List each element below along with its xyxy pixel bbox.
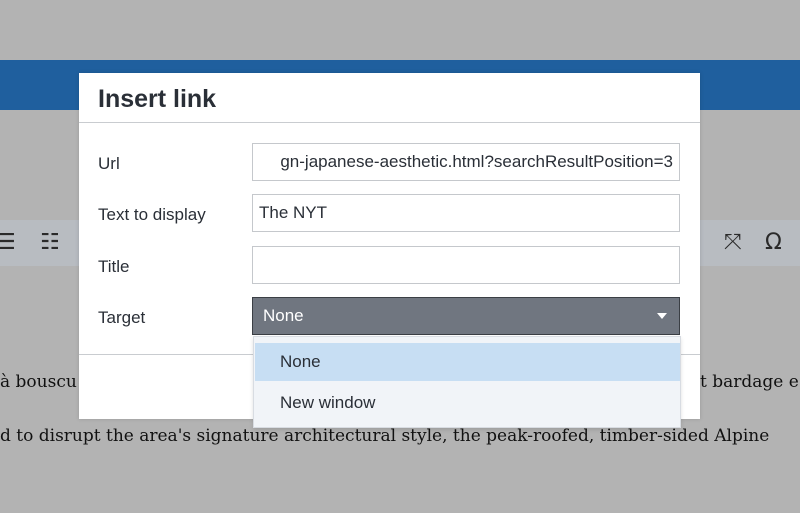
target-options-menu: None New window xyxy=(253,336,681,428)
header-divider xyxy=(79,122,700,123)
target-select[interactable]: None xyxy=(252,297,680,335)
target-label: Target xyxy=(98,308,146,327)
article-text-line-2: d to disrupt the area's signature archit… xyxy=(0,426,770,446)
text-to-display-input[interactable]: The NYT xyxy=(252,194,680,232)
fullscreen-icon: ⤧ xyxy=(724,230,742,255)
url-input[interactable]: gn-japanese-aesthetic.html?searchResultP… xyxy=(252,143,680,181)
numbered-list-icon: ☷ xyxy=(40,230,60,255)
title-label: Title xyxy=(98,257,130,276)
article-text-line-1-left: à bouscu xyxy=(0,372,77,392)
text-to-display-value: The NYT xyxy=(259,203,328,222)
option-new-window[interactable]: New window xyxy=(255,384,680,422)
bullet-list-icon: ☰ xyxy=(0,230,16,255)
url-label: Url xyxy=(98,154,120,173)
dialog-title: Insert link xyxy=(98,85,217,113)
text-to-display-label: Text to display xyxy=(98,205,206,224)
url-value: gn-japanese-aesthetic.html?searchResultP… xyxy=(280,152,673,171)
title-input[interactable] xyxy=(252,246,680,284)
option-none[interactable]: None xyxy=(255,343,680,381)
caret-down-icon xyxy=(657,313,667,319)
target-selected-value: None xyxy=(263,306,304,325)
omega-icon: Ω xyxy=(765,230,782,255)
article-text-line-1-right: t bardage e xyxy=(700,372,799,392)
